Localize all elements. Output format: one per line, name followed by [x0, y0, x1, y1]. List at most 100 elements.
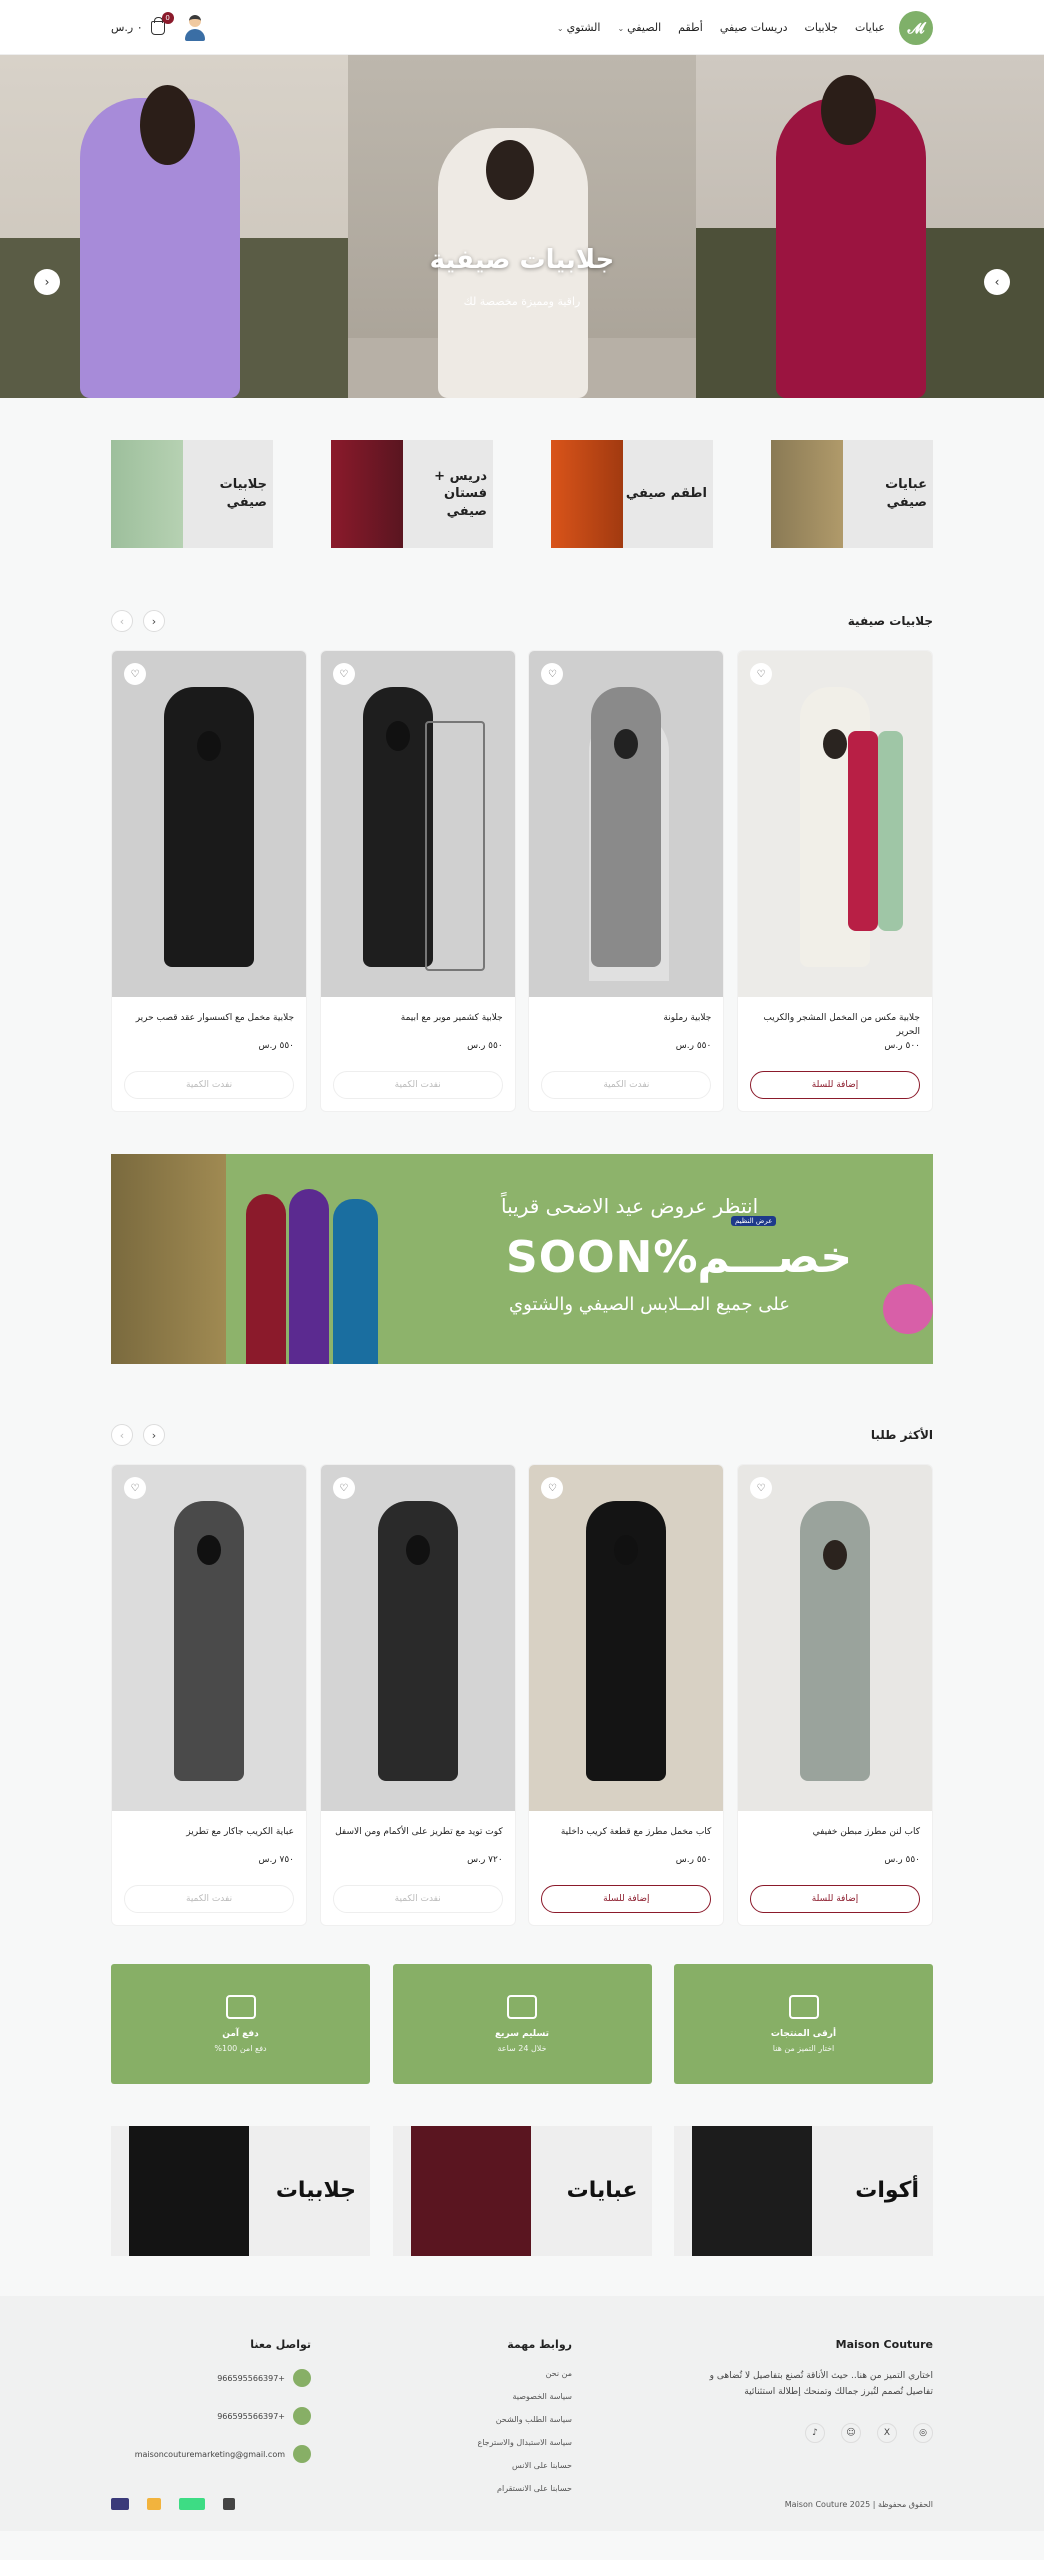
feature-best-products: أرقى المنتجات اختار التميز من هنا: [674, 1964, 933, 2084]
product-name: جلابية رملونة: [663, 1013, 712, 1023]
product-image[interactable]: ♡: [320, 1465, 515, 1811]
heart-icon[interactable]: ♡: [541, 663, 564, 685]
category-tile-summer-jalabiyas[interactable]: جلابيات صيفي: [111, 440, 273, 548]
product-card[interactable]: ♡ عباية الكريب جاكار مع تطريز ٧٥٠ ر.س نف…: [111, 1464, 308, 1926]
category-tile-summer-abayas[interactable]: عبايات صيفي: [771, 440, 933, 548]
cart-count-badge: 0: [161, 11, 174, 24]
nav-item-summer[interactable]: الصيفي⌄: [617, 21, 661, 34]
promo-image: [692, 2126, 812, 2256]
product-card[interactable]: ♡ جلابية رملونة ٥٥٠ ر.س نفدت الكمية: [528, 650, 725, 1112]
product-image[interactable]: ♡: [112, 1465, 307, 1811]
nav-item-summer-dresses[interactable]: دريسات صيفي: [720, 21, 788, 34]
nav-item-winter[interactable]: الشتوي⌄: [557, 21, 601, 34]
product-card[interactable]: ♡ جلابية مخمل مع اكسسوار عقد قصب حرير ٥٥…: [111, 650, 308, 1112]
product-image[interactable]: ♡: [112, 651, 307, 997]
heart-icon[interactable]: ♡: [332, 663, 355, 685]
hero-image-right: [696, 55, 1044, 398]
section-header: الأكثر طلبا ‹ ›: [111, 1424, 933, 1446]
promo-banner[interactable]: انتظر عروض عيد الاضحى قريباً عرض النظيم …: [111, 1154, 933, 1364]
add-to-cart-button[interactable]: إضافة للسلة: [541, 1885, 712, 1913]
payment-icon: [147, 2498, 161, 2510]
chevron-left-icon: ‹: [119, 614, 125, 628]
footer-link[interactable]: سياسة الخصوصية: [442, 2392, 572, 2401]
product-card[interactable]: ♡ جلابية كشمير موبر مع ابيمة ٥٥٠ ر.س نفد…: [319, 650, 516, 1112]
footer-link[interactable]: من نحن: [442, 2369, 572, 2378]
site-header: 𝓜 عبايات جلابيات دريسات صيفي أطقم الصيفي…: [0, 0, 1044, 55]
feature-secure-payment: دفع آمن دفع امن 100%: [111, 1964, 370, 2084]
product-image[interactable]: ♡: [320, 651, 515, 997]
product-price: ٥٥٠ ر.س: [467, 1041, 503, 1051]
carousel-prev-button[interactable]: ‹: [111, 1424, 133, 1446]
carousel-next-button[interactable]: ›: [143, 1424, 165, 1446]
feature-subtitle: خلال 24 ساعة: [497, 2044, 547, 2053]
truck-icon: [507, 1995, 537, 2019]
footer-link[interactable]: سياسة الاستبدال والاسترجاع: [442, 2438, 572, 2447]
footer-link[interactable]: حسابنا على الانس: [442, 2461, 572, 2470]
heart-icon[interactable]: ♡: [124, 663, 147, 685]
avatar[interactable]: [183, 14, 207, 41]
category-tile-summer-sets[interactable]: اطقم صيفي: [551, 440, 713, 548]
chevron-right-icon: ›: [151, 1428, 157, 1442]
feature-subtitle: اختار التميز من هنا: [772, 2044, 835, 2053]
cart-total: ٠ ر.س: [111, 21, 143, 34]
promo-tile-jalabiyas[interactable]: جلابيات: [111, 2126, 370, 2256]
snapchat-icon[interactable]: ☺: [841, 2422, 861, 2443]
promo-tile-coats[interactable]: أكوات: [674, 2126, 933, 2256]
payment-methods: [111, 2498, 235, 2510]
logo[interactable]: 𝓜: [899, 10, 933, 45]
nav-item-abayas[interactable]: عبايات: [855, 21, 885, 34]
contact-email[interactable]: maisoncouturemarketing@gmail.com: [111, 2445, 311, 2463]
category-label: دريس + فستان صيفي: [434, 468, 487, 519]
nav-item-jalabiyas[interactable]: جلابيات: [805, 21, 838, 34]
product-image[interactable]: ♡: [738, 651, 932, 997]
promo-tile-abayas[interactable]: عبايات: [392, 2126, 652, 2256]
add-to-cart-button[interactable]: إضافة للسلة: [750, 1071, 920, 1099]
x-icon[interactable]: X: [877, 2422, 897, 2443]
heart-icon[interactable]: ♡: [750, 1477, 772, 1499]
product-card[interactable]: ♡ كاب مخمل مطرز مع قطعة كريب داخلية ٥٥٠ …: [528, 1464, 725, 1926]
contact-phone[interactable]: +966595566397: [111, 2369, 311, 2387]
product-card[interactable]: ♡ كوت تويد مع تطريز على الأكمام ومن الاس…: [319, 1464, 516, 1926]
category-tile-summer-dresses[interactable]: دريس + فستان صيفي: [331, 440, 493, 548]
heart-icon[interactable]: ♡: [541, 1477, 564, 1499]
phone-icon: [293, 2407, 311, 2425]
heart-icon[interactable]: ♡: [124, 1477, 147, 1499]
payment-icon: [111, 2498, 129, 2510]
heart-icon[interactable]: ♡: [750, 663, 772, 685]
product-image[interactable]: ♡: [529, 1465, 724, 1811]
heart-icon[interactable]: ♡: [332, 1477, 355, 1499]
promo-image: [129, 2126, 249, 2256]
product-price: ٥٥٠ ر.س: [884, 1855, 920, 1865]
tabby-icon: [179, 2498, 205, 2510]
hero-title: جلابيات صيفية: [429, 245, 615, 275]
site-footer: Maison Couture اختاري التميز من هنا.. حي…: [0, 2296, 1044, 2531]
carousel-prev-button[interactable]: ‹: [111, 610, 133, 632]
email-icon: [293, 2445, 311, 2463]
product-name: جلابية مخمل مع اكسسوار عقد قصب حرير: [135, 1013, 295, 1023]
contact-phone[interactable]: +966595566397: [111, 2407, 311, 2425]
product-card[interactable]: ♡ جلابية مكس من المخمل المشجر والكريب ال…: [737, 650, 933, 1112]
hero-next-button[interactable]: ›: [984, 269, 1010, 295]
product-image[interactable]: ♡: [738, 1465, 932, 1811]
product-price: ٥٥٠ ر.س: [675, 1855, 712, 1865]
store-icon: [788, 1995, 819, 2019]
hero-image-left: [0, 55, 348, 398]
product-name: جلابية كشمير موبر مع ابيمة: [400, 1013, 503, 1023]
cart-button[interactable]: ٠ ر.س 0: [111, 11, 174, 35]
banner-headline: خصـــم%SOON: [506, 1232, 853, 1283]
feature-title: تسليم سريع: [494, 2029, 550, 2039]
product-name: كاب لنن مطرز مبطن خفيفي: [812, 1827, 920, 1837]
product-name: جلابية مكس من المخمل المشجر والكريب الحر…: [763, 1013, 920, 1038]
tiktok-icon[interactable]: ♪: [805, 2422, 825, 2443]
nav-item-sets[interactable]: أطقم: [678, 21, 703, 34]
add-to-cart-button[interactable]: إضافة للسلة: [750, 1885, 920, 1913]
hero-prev-button[interactable]: ‹: [34, 269, 60, 295]
footer-link[interactable]: سياسة الطلب والشحن: [442, 2415, 572, 2424]
carousel-next-button[interactable]: ›: [143, 610, 165, 632]
product-image[interactable]: ♡: [529, 651, 724, 997]
payment-icon: [223, 2498, 235, 2510]
product-card[interactable]: ♡ كاب لنن مطرز مبطن خفيفي ٥٥٠ ر.س إضافة …: [737, 1464, 933, 1926]
features-row: أرقى المنتجات اختار التميز من هنا تسليم …: [111, 1964, 933, 2084]
feature-title: أرقى المنتجات: [770, 2029, 837, 2039]
instagram-icon[interactable]: ◎: [913, 2422, 933, 2443]
